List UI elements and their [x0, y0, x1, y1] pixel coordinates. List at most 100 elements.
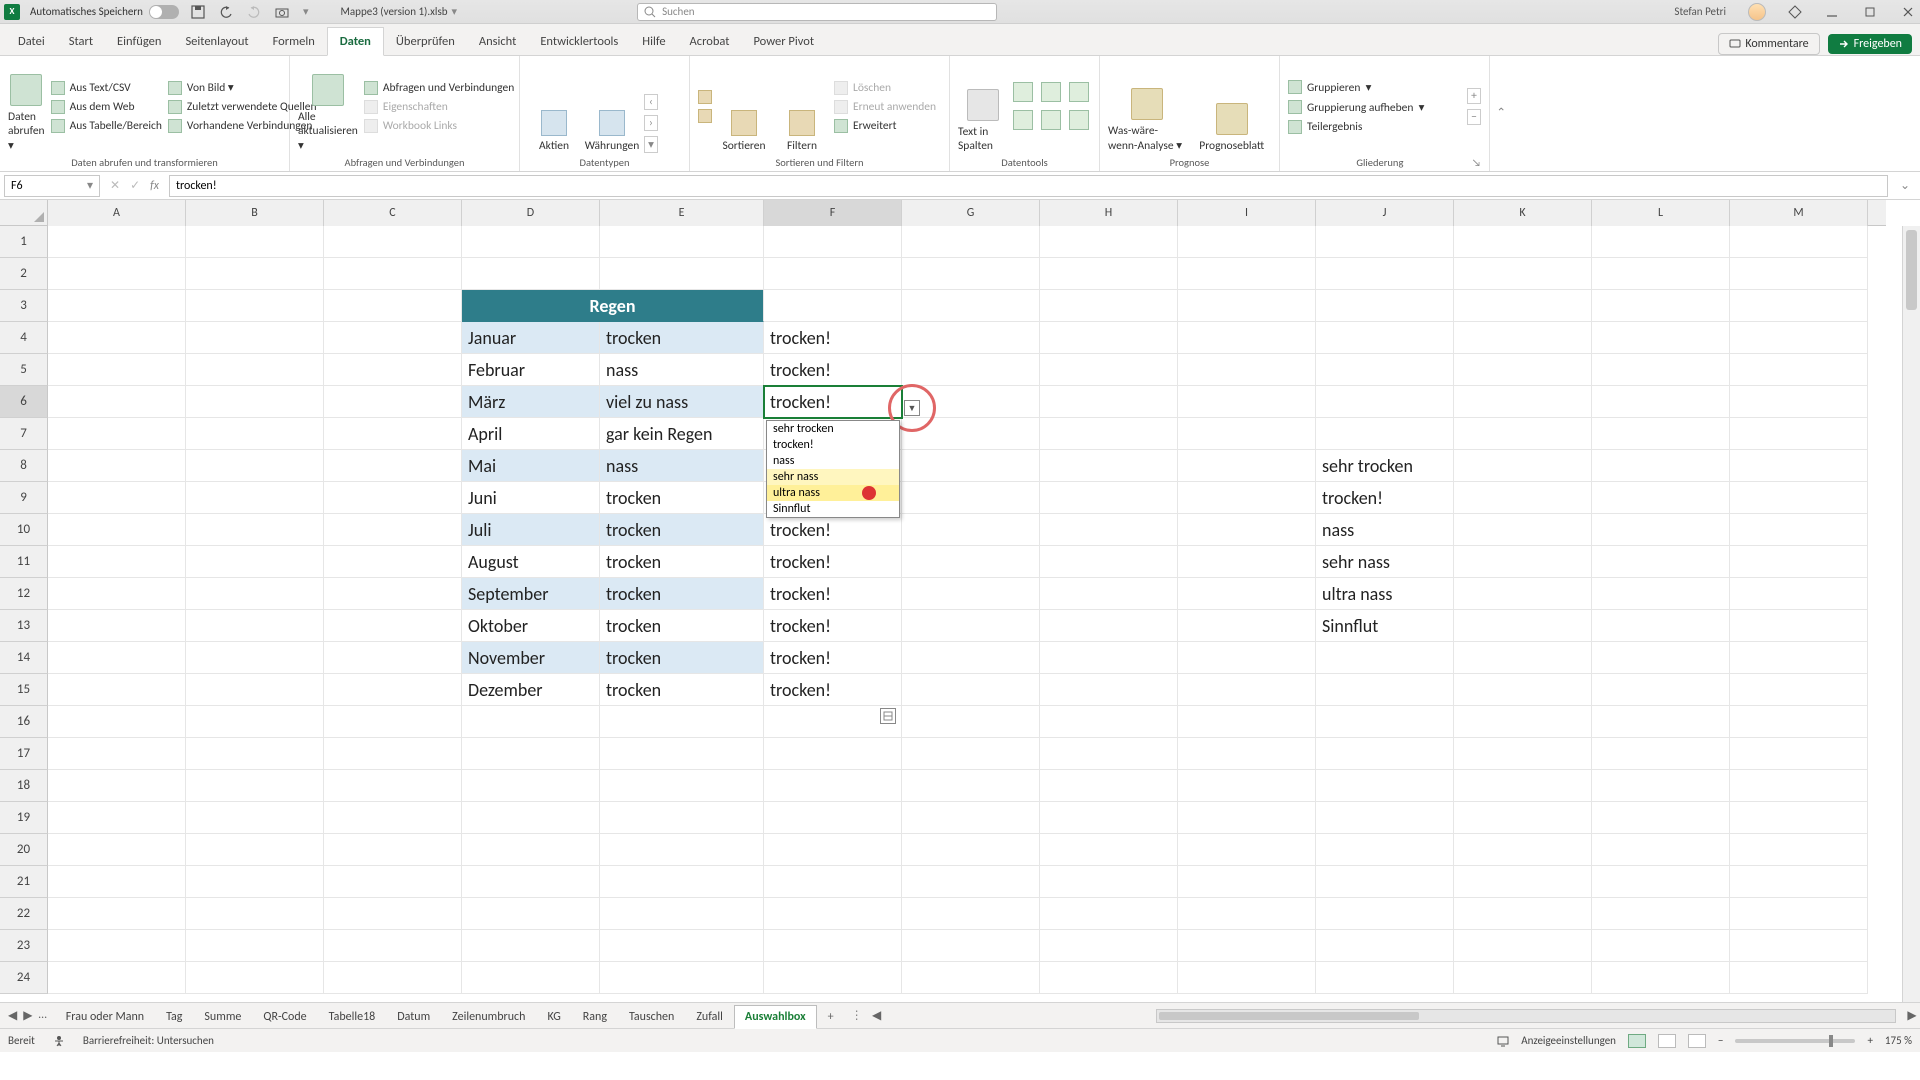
cell-H9[interactable] — [1040, 482, 1178, 514]
new-sheet-button[interactable]: + — [817, 1005, 845, 1028]
cell-J10[interactable]: nass — [1316, 514, 1454, 546]
restore-button[interactable] — [1862, 4, 1878, 20]
cell-E7[interactable]: gar kein Regen — [600, 418, 764, 450]
cell-B17[interactable] — [186, 738, 324, 770]
cell-J13[interactable]: Sinnflut — [1316, 610, 1454, 642]
filter-opt[interactable]: Erweitert — [834, 119, 936, 133]
zoom-in-button[interactable]: + — [1867, 1034, 1872, 1047]
cell-C14[interactable] — [324, 642, 462, 674]
cell-F1[interactable] — [764, 226, 902, 258]
autosave-toggle[interactable]: Automatisches Speichern — [30, 5, 179, 19]
cell-M5[interactable] — [1730, 354, 1868, 386]
cell-M21[interactable] — [1730, 866, 1868, 898]
cell-A20[interactable] — [48, 834, 186, 866]
cell-K17[interactable] — [1454, 738, 1592, 770]
page-layout-button[interactable] — [1658, 1034, 1676, 1048]
col-header-A[interactable]: A — [48, 200, 186, 226]
validation-dropdown-list[interactable]: sehr trockentrocken!nasssehr nassultra n… — [766, 420, 900, 518]
cell-E9[interactable]: trocken — [600, 482, 764, 514]
cell-G24[interactable] — [902, 962, 1040, 994]
col-header-F[interactable]: F — [764, 200, 902, 226]
cell-I11[interactable] — [1178, 546, 1316, 578]
row-header-16[interactable]: 16 — [0, 706, 48, 738]
cell-K24[interactable] — [1454, 962, 1592, 994]
cell-C17[interactable] — [324, 738, 462, 770]
cell-L5[interactable] — [1592, 354, 1730, 386]
redo-icon[interactable] — [247, 5, 261, 19]
cell-L17[interactable] — [1592, 738, 1730, 770]
cell-A16[interactable] — [48, 706, 186, 738]
col-header-H[interactable]: H — [1040, 200, 1178, 226]
row-header-21[interactable]: 21 — [0, 866, 48, 898]
cell-H20[interactable] — [1040, 834, 1178, 866]
cell-A12[interactable] — [48, 578, 186, 610]
cell-B7[interactable] — [186, 418, 324, 450]
row-header-13[interactable]: 13 — [0, 610, 48, 642]
cell-E4[interactable]: trocken — [600, 322, 764, 354]
ribbon-tab-datei[interactable]: Datei — [6, 28, 57, 55]
cell-H11[interactable] — [1040, 546, 1178, 578]
cell-C23[interactable] — [324, 930, 462, 962]
cell-C13[interactable] — [324, 610, 462, 642]
dropdown-option[interactable]: sehr nass — [767, 469, 899, 485]
cell-F19[interactable] — [764, 802, 902, 834]
col-header-J[interactable]: J — [1316, 200, 1454, 226]
cell-M1[interactable] — [1730, 226, 1868, 258]
row-header-10[interactable]: 10 — [0, 514, 48, 546]
diamond-icon[interactable] — [1788, 5, 1802, 19]
cell-C11[interactable] — [324, 546, 462, 578]
ribbon-tab-formeln[interactable]: Formeln — [261, 28, 327, 55]
datatool-icon[interactable] — [1069, 110, 1089, 130]
expand-formula-icon[interactable]: ⌄ — [1896, 178, 1914, 193]
cell-H18[interactable] — [1040, 770, 1178, 802]
col-header-C[interactable]: C — [324, 200, 462, 226]
row-header-23[interactable]: 23 — [0, 930, 48, 962]
cell-F10[interactable]: trocken! — [764, 514, 902, 546]
cell-L9[interactable] — [1592, 482, 1730, 514]
cell-C3[interactable] — [324, 290, 462, 322]
cell-L13[interactable] — [1592, 610, 1730, 642]
cell-M6[interactable] — [1730, 386, 1868, 418]
cell-D14[interactable]: November — [462, 642, 600, 674]
fx-icon[interactable]: fx — [150, 179, 159, 193]
datatool-icon[interactable] — [1013, 110, 1033, 130]
cell-J12[interactable]: ultra nass — [1316, 578, 1454, 610]
cell-C1[interactable] — [324, 226, 462, 258]
cell-D23[interactable] — [462, 930, 600, 962]
cell-J16[interactable] — [1316, 706, 1454, 738]
cell-D22[interactable] — [462, 898, 600, 930]
cell-B22[interactable] — [186, 898, 324, 930]
ribbon-tab-entwicklertools[interactable]: Entwicklertools — [528, 28, 630, 55]
cell-E20[interactable] — [600, 834, 764, 866]
cell-I24[interactable] — [1178, 962, 1316, 994]
datatool-icon[interactable] — [1041, 82, 1061, 102]
cell-D15[interactable]: Dezember — [462, 674, 600, 706]
cell-A4[interactable] — [48, 322, 186, 354]
cell-K1[interactable] — [1454, 226, 1592, 258]
cell-J19[interactable] — [1316, 802, 1454, 834]
ribbon-tab-acrobat[interactable]: Acrobat — [678, 28, 742, 55]
datatool-icon[interactable] — [1069, 82, 1089, 102]
cell-A14[interactable] — [48, 642, 186, 674]
cell-G6[interactable] — [902, 386, 1040, 418]
sheet-tab[interactable]: QR-Code — [252, 1005, 317, 1028]
cell-I8[interactable] — [1178, 450, 1316, 482]
cancel-icon[interactable]: ✕ — [110, 178, 120, 193]
cell-F18[interactable] — [764, 770, 902, 802]
page-break-button[interactable] — [1688, 1034, 1706, 1048]
cell-M3[interactable] — [1730, 290, 1868, 322]
hscroll-right[interactable]: ▶ — [1904, 1008, 1920, 1023]
cell-F22[interactable] — [764, 898, 902, 930]
row-header-12[interactable]: 12 — [0, 578, 48, 610]
row-header-11[interactable]: 11 — [0, 546, 48, 578]
cell-I13[interactable] — [1178, 610, 1316, 642]
cell-D10[interactable]: Juli — [462, 514, 600, 546]
row-header-14[interactable]: 14 — [0, 642, 48, 674]
cell-L20[interactable] — [1592, 834, 1730, 866]
hscroll-left[interactable]: ◀ — [869, 1008, 885, 1023]
col-header-L[interactable]: L — [1592, 200, 1730, 226]
cell-B24[interactable] — [186, 962, 324, 994]
col-header-B[interactable]: B — [186, 200, 324, 226]
display-settings-label[interactable]: Anzeigeeinstellungen — [1521, 1034, 1616, 1047]
cell-F21[interactable] — [764, 866, 902, 898]
